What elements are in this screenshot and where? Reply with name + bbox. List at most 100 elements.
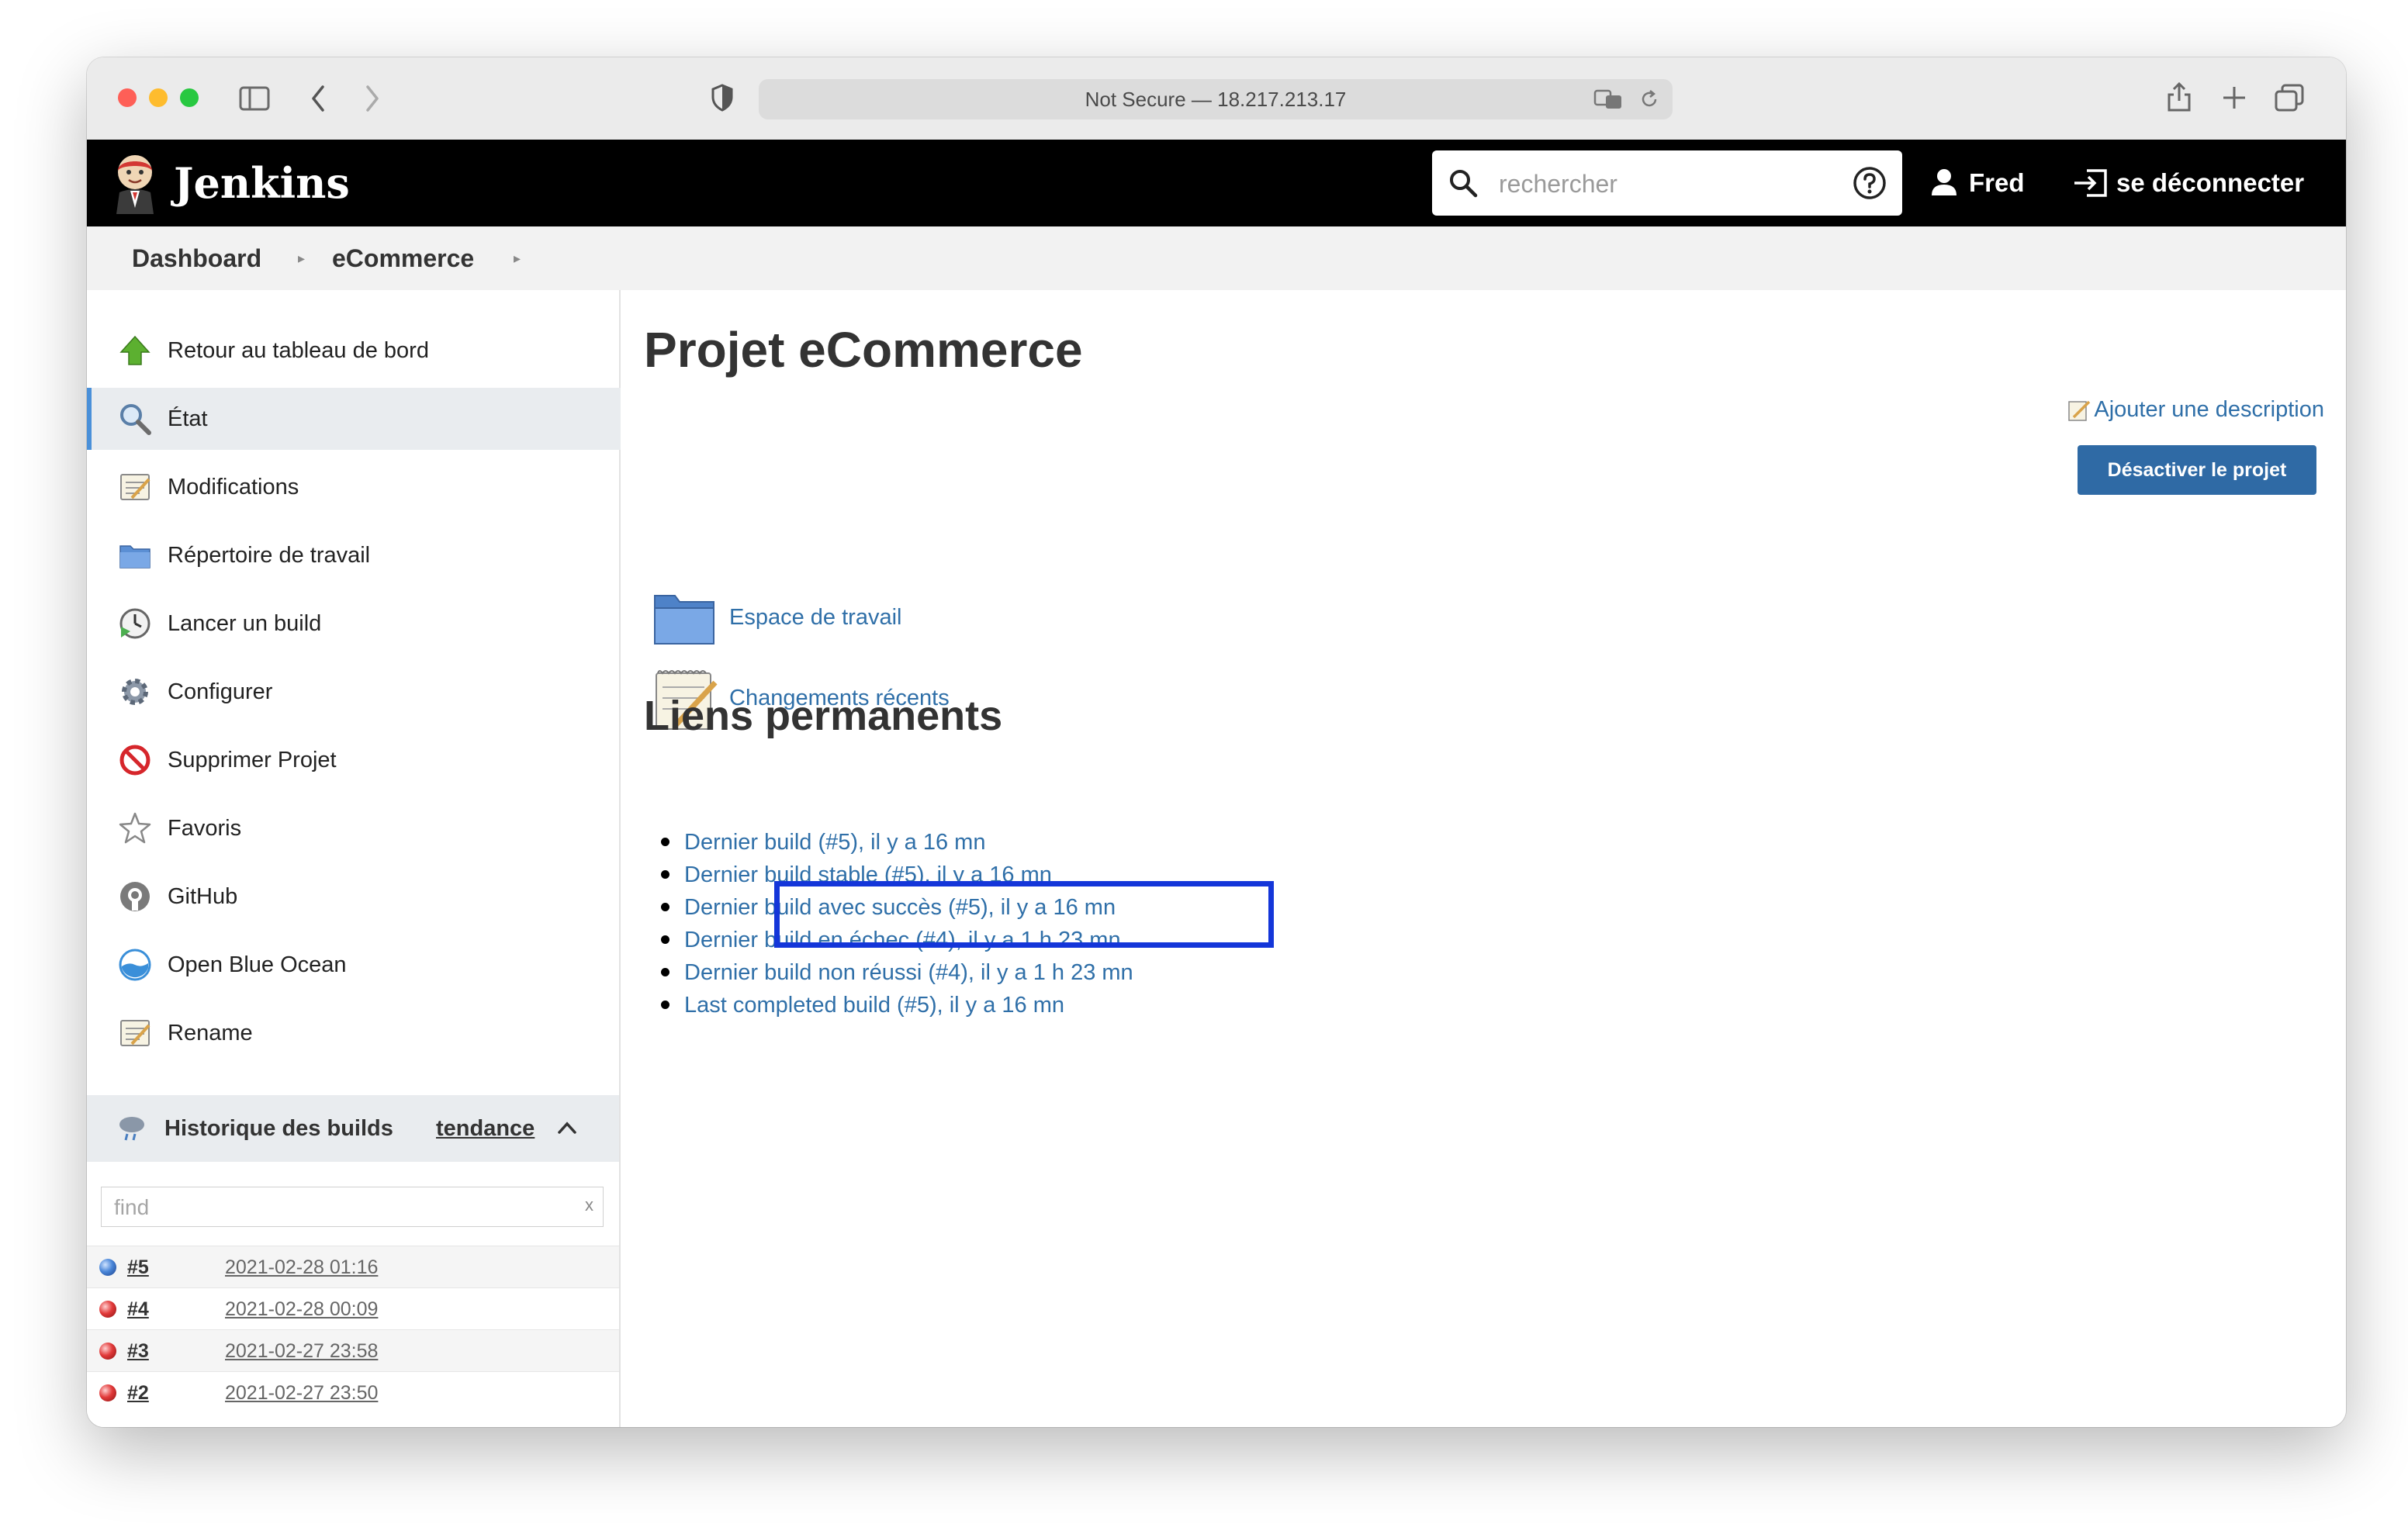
folder-icon bbox=[119, 545, 150, 569]
address-bar[interactable]: Not Secure — 18.217.213.17 bbox=[759, 79, 1673, 119]
sidebar-item-status[interactable]: État bbox=[87, 388, 624, 450]
reload-icon[interactable] bbox=[1638, 88, 1660, 110]
address-text: Not Secure — 18.217.213.17 bbox=[1085, 88, 1347, 111]
user-name: Fred bbox=[1969, 168, 2025, 197]
status-red-ball-icon bbox=[99, 1343, 116, 1360]
permalink-last-failed-build[interactable]: Dernier build en échec (#4), il y a 1 h … bbox=[684, 923, 1121, 957]
bullet-icon bbox=[661, 968, 669, 976]
sidebar-item-workspace[interactable]: Répertoire de travail bbox=[87, 524, 619, 586]
back-icon[interactable] bbox=[309, 84, 327, 113]
permalinks-title: Liens permanents bbox=[644, 693, 1003, 739]
permalink-last-completed-build[interactable]: Last completed build (#5), il y a 16 mn bbox=[684, 988, 1064, 1022]
add-description-link[interactable]: Ajouter une description bbox=[2068, 397, 2324, 423]
sidebar-item-label: Répertoire de travail bbox=[168, 543, 371, 568]
build-date-link[interactable]: 2021-02-28 01:16 bbox=[225, 1246, 378, 1288]
status-red-ball-icon bbox=[99, 1301, 116, 1318]
clock-play-icon bbox=[119, 608, 150, 639]
build-row: #3 2021-02-27 23:58 bbox=[87, 1329, 619, 1372]
sidebar-item-changes[interactable]: Modifications bbox=[87, 456, 619, 518]
build-row: #2 2021-02-27 23:50 bbox=[87, 1371, 619, 1414]
browser-window: Not Secure — 18.217.213.17 Jenkins reche… bbox=[87, 57, 2346, 1427]
magnifier-icon bbox=[120, 404, 151, 435]
build-date-link[interactable]: 2021-02-27 23:50 bbox=[225, 1372, 378, 1414]
permalink-last-successful-build[interactable]: Dernier build avec succès (#5), il y a 1… bbox=[684, 890, 1116, 924]
status-blue-ball-icon bbox=[99, 1259, 116, 1276]
breadcrumb-ecommerce[interactable]: eCommerce bbox=[332, 226, 474, 290]
close-window-button[interactable] bbox=[118, 88, 137, 107]
main-content: Projet eCommerce Ajouter une description… bbox=[621, 290, 2346, 1427]
permalink-last-stable-build[interactable]: Dernier build stable (#5), il y a 16 mn bbox=[684, 858, 1052, 892]
weather-cloud-icon bbox=[119, 1117, 144, 1141]
sidebar-item-delete-project[interactable]: Supprimer Projet bbox=[87, 729, 619, 791]
sidebar-item-back-to-dashboard[interactable]: Retour au tableau de bord bbox=[87, 320, 619, 382]
disable-project-button[interactable]: Désactiver le projet bbox=[2078, 445, 2316, 495]
no-entry-icon bbox=[119, 745, 150, 776]
bullet-icon bbox=[661, 870, 669, 879]
sidebar-item-label: Configurer bbox=[168, 679, 273, 704]
bullet-icon bbox=[661, 903, 669, 911]
sidebar-item-label: Rename bbox=[168, 1021, 253, 1045]
build-date-link[interactable]: 2021-02-28 00:09 bbox=[225, 1288, 378, 1330]
search-box bbox=[1432, 150, 1902, 216]
build-date-link[interactable]: 2021-02-27 23:58 bbox=[225, 1330, 378, 1372]
permalink-last-unsuccessful-build[interactable]: Dernier build non réussi (#4), il y a 1 … bbox=[684, 956, 1133, 990]
sidebar-item-configure[interactable]: Configurer bbox=[87, 661, 619, 723]
sidebar-item-label: Modifications bbox=[168, 475, 299, 499]
breadcrumb-dashboard[interactable]: Dashboard bbox=[132, 226, 261, 290]
notepad-icon bbox=[120, 1020, 150, 1046]
sidebar-item-label: Favoris bbox=[168, 816, 242, 841]
workspace-link[interactable]: Espace de travail bbox=[652, 585, 1272, 650]
build-history-header: Historique des builds tendance bbox=[87, 1095, 619, 1162]
new-tab-icon[interactable] bbox=[2222, 85, 2247, 110]
share-icon[interactable] bbox=[2166, 81, 2192, 113]
page-title: Projet eCommerce bbox=[644, 322, 1083, 378]
logout-icon bbox=[2074, 169, 2107, 197]
build-row: #4 2021-02-28 00:09 bbox=[87, 1287, 619, 1330]
clear-find-button[interactable]: x bbox=[585, 1187, 593, 1223]
search-icon bbox=[1450, 170, 1478, 198]
help-icon[interactable] bbox=[1853, 166, 1887, 200]
build-number-link[interactable]: #5 bbox=[127, 1246, 149, 1288]
build-number-link[interactable]: #3 bbox=[127, 1330, 149, 1372]
gear-icon bbox=[122, 679, 148, 705]
bullet-icon bbox=[661, 1001, 669, 1009]
github-icon bbox=[120, 882, 150, 911]
sidebar-item-open-blue-ocean[interactable]: Open Blue Ocean bbox=[87, 934, 619, 996]
add-description-label: Ajouter une description bbox=[2094, 397, 2324, 422]
sidebar-item-rename[interactable]: Rename bbox=[87, 1002, 619, 1064]
sidebar-item-favorites[interactable]: Favoris bbox=[87, 797, 619, 859]
forward-icon[interactable] bbox=[363, 84, 382, 113]
up-arrow-icon bbox=[119, 335, 150, 365]
breadcrumb-separator-icon[interactable]: ▸ bbox=[514, 226, 521, 290]
sidebar-item-build-now[interactable]: Lancer un build bbox=[87, 593, 619, 655]
jenkins-logo-icon[interactable] bbox=[112, 152, 158, 214]
sidebar-item-github[interactable]: GitHub bbox=[87, 866, 619, 928]
jenkins-brand[interactable]: Jenkins bbox=[174, 152, 350, 214]
blue-ocean-icon bbox=[119, 949, 151, 981]
build-history-title: Historique des builds bbox=[164, 1116, 393, 1141]
user-icon bbox=[1932, 169, 1956, 195]
search-input[interactable] bbox=[1497, 161, 1826, 206]
build-number-link[interactable]: #4 bbox=[127, 1288, 149, 1330]
breadcrumb: Dashboard ▸ eCommerce ▸ bbox=[87, 226, 2346, 290]
star-icon bbox=[119, 812, 151, 844]
user-link[interactable]: Fred bbox=[1932, 140, 2025, 226]
tab-overview-icon[interactable] bbox=[2275, 84, 2304, 112]
shield-icon[interactable] bbox=[711, 84, 734, 112]
logout-link[interactable]: se déconnecter bbox=[2073, 140, 2304, 226]
sidebar-toggle-icon[interactable] bbox=[239, 85, 270, 112]
breadcrumb-separator-icon[interactable]: ▸ bbox=[298, 226, 305, 290]
find-input[interactable] bbox=[112, 1192, 566, 1223]
zoom-window-button[interactable] bbox=[180, 88, 199, 107]
trend-link[interactable]: tendance bbox=[436, 1095, 535, 1162]
sidebar-item-label: Supprimer Projet bbox=[168, 748, 337, 772]
minimize-window-button[interactable] bbox=[149, 88, 168, 107]
browser-toolbar: Not Secure — 18.217.213.17 bbox=[87, 57, 2346, 140]
permalink-last-build[interactable]: Dernier build (#5), il y a 16 mn bbox=[684, 825, 985, 859]
bullet-icon bbox=[661, 838, 669, 846]
translate-icon[interactable] bbox=[1593, 88, 1624, 110]
find-field: x bbox=[101, 1187, 604, 1227]
build-number-link[interactable]: #2 bbox=[127, 1372, 149, 1414]
chevron-up-icon[interactable] bbox=[557, 1120, 577, 1135]
edit-note-icon bbox=[2068, 400, 2091, 421]
